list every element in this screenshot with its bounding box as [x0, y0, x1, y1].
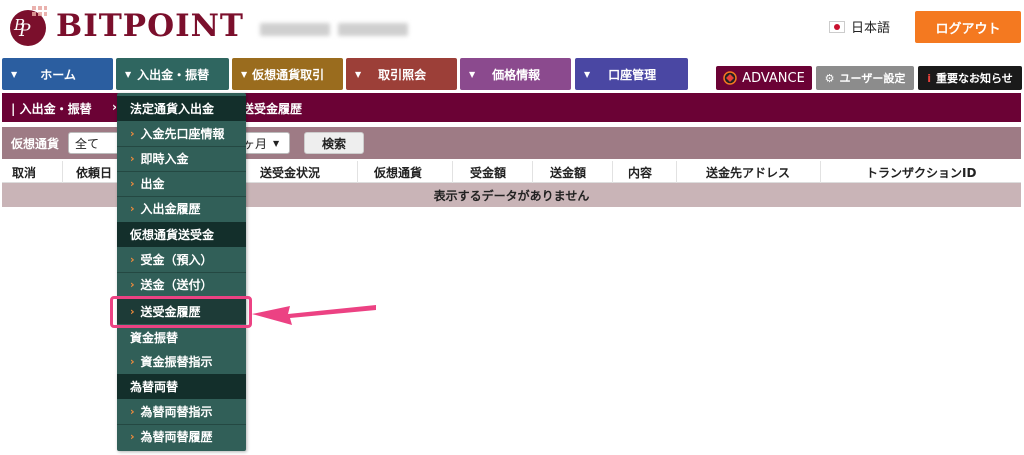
svg-text:B: B	[13, 16, 25, 34]
pointer-arrow-icon	[252, 305, 376, 325]
currency-filter-label: 仮想通貨	[11, 137, 60, 151]
menu-item-fx-order[interactable]: › 為替両替指示	[117, 399, 246, 424]
column-header: トランザクションID	[866, 166, 977, 180]
menu-item-receive[interactable]: › 受金（預入）	[117, 247, 246, 272]
logout-button[interactable]: ログアウト	[915, 11, 1021, 43]
nav-deposit-withdraw[interactable]: ▼ 入出金・振替	[116, 58, 229, 90]
nav-price-info-label: 価格情報	[492, 67, 541, 82]
menu-item-instant-deposit[interactable]: › 即時入金	[117, 146, 246, 171]
advance-label: ADVANCE	[742, 70, 805, 86]
column-header: 送金額	[550, 166, 587, 180]
japan-flag-icon	[829, 20, 845, 33]
chevron-right-icon: ›	[130, 202, 135, 215]
breadcrumb-section[interactable]: | 入出金・振替	[11, 100, 92, 117]
menu-item-withdraw[interactable]: › 出金	[117, 171, 246, 196]
column-divider	[676, 161, 677, 183]
chevron-right-icon: ›	[130, 253, 135, 266]
menu-item-fiat-history[interactable]: › 入出金履歴	[117, 196, 246, 221]
column-divider	[820, 161, 821, 183]
nav-crypto-trade[interactable]: ▼ 仮想通貨取引	[232, 58, 343, 90]
menu-item-send[interactable]: › 送金（送付）	[117, 272, 246, 297]
nav-account-label: 口座管理	[608, 67, 657, 82]
nav-home[interactable]: ▼ ホーム	[2, 58, 113, 90]
brand-name: BITPOINT	[56, 8, 244, 44]
nav-deposit-withdraw-label: 入出金・振替	[137, 67, 210, 82]
column-header: 送受金状況	[260, 166, 321, 180]
column-divider	[62, 161, 63, 183]
menu-section-fx: 為替両替	[117, 374, 246, 399]
column-header: 内容	[628, 166, 653, 180]
column-header: 依頼日	[76, 166, 113, 180]
user-info-redacted	[338, 23, 408, 36]
user-settings-label: ユーザー設定	[839, 72, 906, 85]
column-divider	[357, 161, 358, 183]
nav-account[interactable]: ▼ 口座管理	[575, 58, 688, 90]
important-notice-button[interactable]: i 重要なお知らせ	[918, 66, 1022, 90]
nav-price-info[interactable]: ▼ 価格情報	[460, 58, 571, 90]
user-settings-button[interactable]: ⚙ ユーザー設定	[816, 66, 914, 90]
chevron-right-icon: ›	[130, 430, 135, 443]
deposit-withdraw-dropdown: 法定通貨入出金 › 入金先口座情報 › 即時入金 › 出金 › 入出金履歴 仮想通貨送受…	[117, 93, 246, 451]
search-button[interactable]: 検索	[304, 132, 364, 154]
advance-logo-icon	[723, 71, 737, 85]
caret-down-icon: ▼	[273, 138, 280, 148]
chevron-right-icon: ›	[130, 152, 135, 165]
column-header: 送金先アドレス	[706, 166, 791, 180]
chevron-right-icon: ›	[130, 127, 135, 140]
menu-section-fiat: 法定通貨入出金	[117, 96, 246, 121]
language-label: 日本語	[851, 21, 891, 36]
menu-section-transfer: 資金振替	[117, 325, 246, 350]
nav-trade-inquiry-label: 取引照会	[378, 67, 427, 82]
menu-item-fx-history[interactable]: › 為替両替履歴	[117, 424, 246, 449]
column-header: 受金額	[470, 166, 507, 180]
important-notice-label: 重要なお知らせ	[936, 72, 1013, 85]
breadcrumb-page: 送受金履歴	[242, 102, 303, 116]
period-select-value: ヶ月	[243, 136, 268, 151]
column-header: 仮想通貨	[374, 166, 423, 180]
nav-crypto-trade-label: 仮想通貨取引	[252, 67, 325, 82]
menu-item-fund-transfer[interactable]: › 資金振替指示	[117, 349, 246, 374]
gear-icon: ⚙	[824, 71, 835, 85]
chevron-right-icon: ›	[130, 405, 135, 418]
column-header: 取消	[12, 166, 37, 180]
nav-home-label: ホーム	[40, 67, 76, 82]
bitpoint-logo: P B	[10, 6, 47, 46]
user-info-redacted	[260, 23, 330, 36]
menu-section-crypto: 仮想通貨送受金	[117, 222, 246, 247]
column-divider	[612, 161, 613, 183]
menu-item-deposit-account[interactable]: › 入金先口座情報	[117, 121, 246, 146]
highlight-box	[110, 296, 252, 328]
language-switcher[interactable]: 日本語	[829, 17, 890, 36]
column-divider	[452, 161, 453, 183]
chevron-right-icon: ›	[130, 355, 135, 368]
info-icon: i	[927, 71, 931, 85]
column-divider	[532, 161, 533, 183]
chevron-right-icon: ›	[130, 278, 135, 291]
nav-trade-inquiry[interactable]: ▼ 取引照会	[346, 58, 457, 90]
currency-select-value: 全て	[75, 136, 100, 151]
chevron-right-icon: ›	[130, 177, 135, 190]
advance-button[interactable]: ADVANCE	[716, 66, 812, 90]
